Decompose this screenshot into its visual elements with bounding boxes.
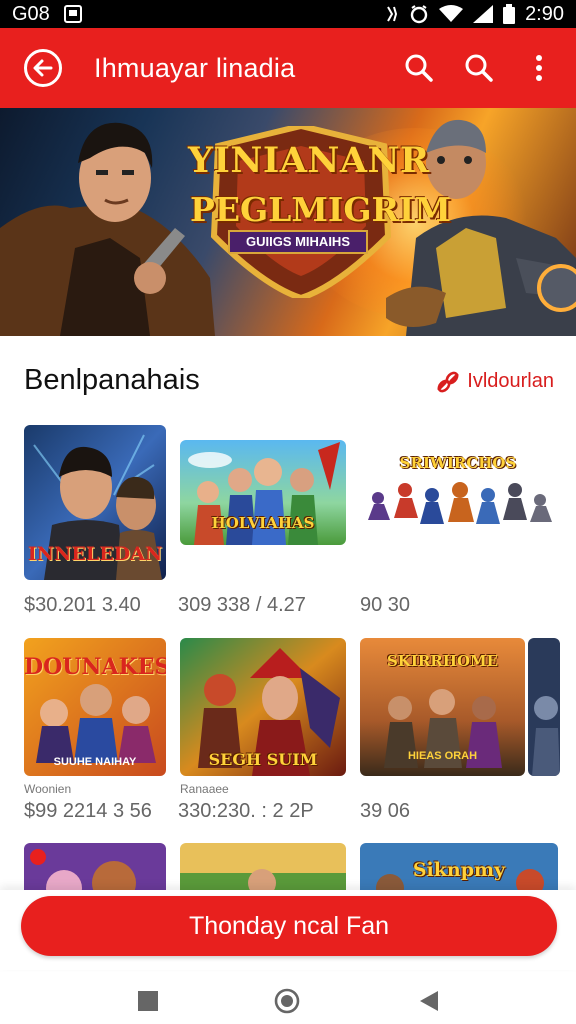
vibrate-icon <box>385 5 399 23</box>
game-tile-title: SEGH SUIM <box>208 750 318 769</box>
hero-title-line1: YINIANANR <box>188 140 430 181</box>
status-time: 2:90 <box>525 2 564 25</box>
image-icon <box>63 5 82 23</box>
game-meta: 330:230. : 2 2P <box>178 800 314 822</box>
game-tile[interactable]: SEGH SUIM <box>180 638 346 776</box>
link-icon <box>437 371 459 392</box>
game-tile[interactable]: DOUNAKES SUUHE NAIHAY <box>24 638 166 776</box>
game-tile-title: SKIRRHOME <box>386 652 499 670</box>
hero-banner[interactable]: YINIANANR PEGLMIGRIM GUIIGS MIHAIHS <box>0 108 576 336</box>
game-tile-title: INNELEDAN <box>27 543 163 565</box>
search-icon <box>465 54 493 82</box>
game-caption: Woonien <box>24 782 72 796</box>
hero-character-left-image <box>0 122 215 336</box>
battery-icon <box>503 4 516 24</box>
game-meta: $99 2214 3 56 <box>24 800 152 822</box>
back-arrow-icon <box>24 49 62 87</box>
game-meta: 309 338 / 4.27 <box>178 594 306 616</box>
game-tile[interactable]: SRIWIRCHOS <box>360 440 556 545</box>
game-meta: $30.201 3.40 <box>24 594 141 616</box>
game-caption: Ranaaee <box>180 782 229 796</box>
game-thumbnail-image <box>528 638 560 776</box>
game-tile-title: DOUNAKES <box>24 654 166 680</box>
primary-cta-button[interactable]: Thonday ncal Fan <box>21 896 557 956</box>
home-circle-icon <box>274 988 300 1014</box>
section-link-label: Ivldourlan <box>467 370 554 392</box>
game-tile-subtitle: HIEAS ORAH <box>407 750 478 762</box>
game-tile-partial[interactable] <box>528 638 560 776</box>
home-button[interactable] <box>274 988 300 1014</box>
wifi-icon <box>439 5 464 23</box>
game-tile[interactable]: SKIRRHOME HIEAS ORAH <box>360 638 525 776</box>
section-see-all-link[interactable]: Ivldourlan <box>435 370 554 393</box>
more-options-button[interactable] <box>520 49 558 87</box>
status-carrier-text: G08 <box>12 2 50 25</box>
game-tile[interactable]: INNELEDAN <box>24 425 166 580</box>
game-tile-subtitle: SUUHE NAIHAY <box>53 756 137 768</box>
signal-icon <box>473 5 494 23</box>
game-meta: 90 30 <box>360 594 411 616</box>
search-button-secondary[interactable] <box>460 49 498 87</box>
game-tile-title: HOLVIAHAS <box>211 514 315 532</box>
game-tile-title: Siknpmy <box>412 859 506 881</box>
recents-square-icon <box>138 991 158 1011</box>
system-nav-bar <box>0 972 576 1024</box>
recents-button[interactable] <box>135 988 161 1014</box>
game-tile[interactable]: HOLVIAHAS <box>180 440 346 545</box>
more-vert-icon <box>536 55 542 81</box>
app-title: Ihmuayar linadia <box>94 52 296 83</box>
back-button[interactable] <box>18 43 68 93</box>
back-triangle-icon <box>420 991 438 1011</box>
back-nav-button[interactable] <box>416 988 442 1014</box>
search-icon <box>405 54 433 82</box>
alarm-icon <box>409 4 429 24</box>
hero-subtitle-badge: GUIIGS MIHAIHS <box>228 230 368 254</box>
game-meta: 39 06 <box>360 800 411 822</box>
game-tile-title: SRIWIRCHOS <box>399 454 517 472</box>
search-button[interactable] <box>400 49 438 87</box>
hero-title-line2: PEGLMIGRIM <box>190 190 451 229</box>
section-title: Benlpanahais <box>24 364 200 396</box>
status-bar: G08 2:90 <box>0 0 576 28</box>
app-bar: Ihmuayar linadia <box>0 28 576 108</box>
